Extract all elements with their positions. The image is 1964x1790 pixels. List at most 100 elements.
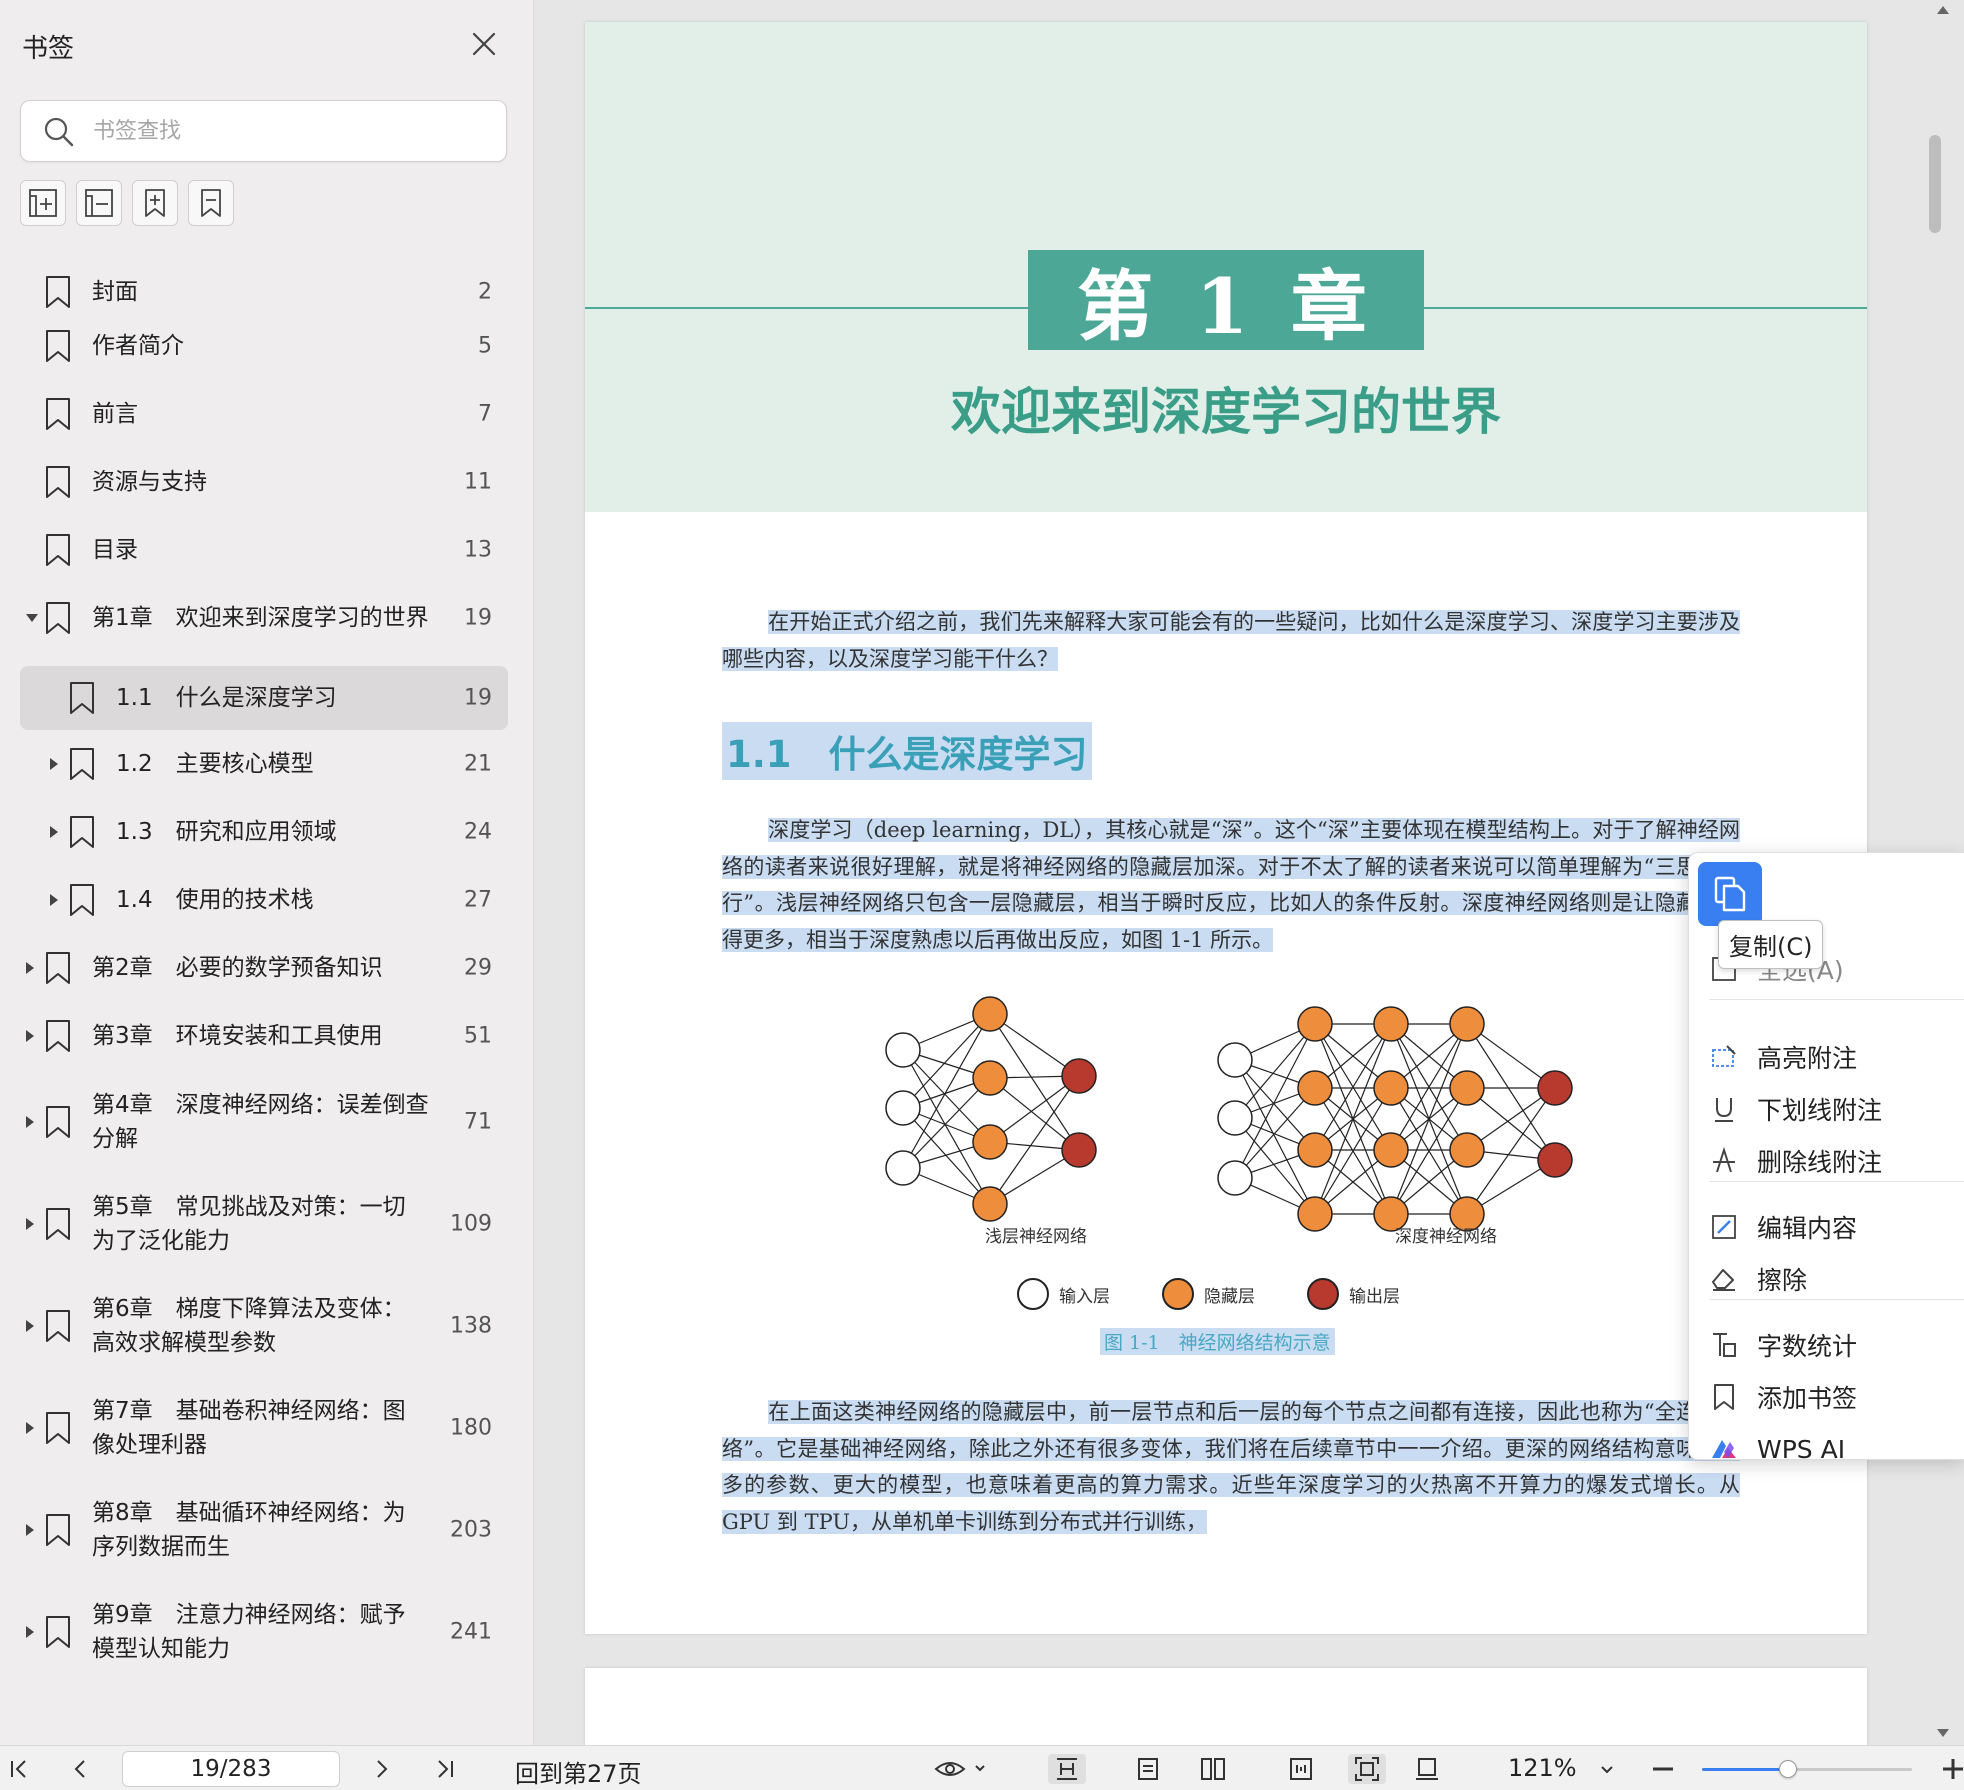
sidebar-item-page: 27 [464,887,492,913]
add-bookmark-button[interactable] [132,180,178,226]
menu-item-label: 下划线附注 [1757,1096,1883,1125]
sidebar-item-author[interactable]: 作者简介 5 [0,316,534,376]
menu-item-label: 添加书签 [1757,1384,1858,1413]
fit-page-button[interactable] [1348,1754,1386,1784]
paragraph-1[interactable]: 深度学习（deep learning，DL），其核心就是“深”。这个“深”主要体… [722,812,1740,958]
fit-width-button[interactable] [1286,1754,1316,1784]
scroll-up-icon[interactable] [1937,6,1949,14]
sidebar-item-ch4[interactable]: 第4章 深度神经网络：误差倒查 分解 71 [0,1082,534,1162]
sidebar-item-ch2[interactable]: 第2章 必要的数学预备知识 29 [0,938,534,998]
sidebar-item-ch1[interactable]: 第1章 欢迎来到深度学习的世界 19 [0,588,534,648]
sidebar-item-preface[interactable]: 前言 7 [0,384,534,444]
page-number-input[interactable]: 19/283 [122,1751,340,1787]
figure-title: 图 1-1 神经网络结构示意 [1100,1328,1335,1355]
menu-item-word-count[interactable]: 字数统计 [1709,1321,1964,1369]
menu-item-label: 编辑内容 [1757,1214,1858,1243]
sidebar-item-cover[interactable]: 封面 2 [0,262,534,322]
collapsed-arrow-icon[interactable] [26,1030,34,1042]
first-page-icon[interactable] [4,1754,34,1784]
menu-item-edit-content[interactable]: 编辑内容 [1709,1203,1964,1251]
collapse-all-button[interactable] [76,180,122,226]
menu-item-label: WPS AI [1757,1434,1846,1464]
collapsed-arrow-icon[interactable] [26,1422,34,1434]
menu-item-underline[interactable]: 下划线附注 [1709,1085,1964,1133]
next-page-icon[interactable] [366,1754,396,1784]
shallow-hidden-node [972,1186,1008,1222]
bookmark-icon [46,466,70,498]
strikethrough-icon [1713,1146,1735,1173]
menu-separator [1709,1299,1964,1300]
menu-item-strikethrough[interactable]: 删除线附注 [1709,1137,1964,1185]
section-heading[interactable]: 1.1 什么是深度学习 [722,722,1092,780]
zoom-slider-knob[interactable] [1779,1760,1798,1778]
scroll-down-icon[interactable] [1937,1729,1949,1737]
sidebar-item-label: 第4章 深度神经网络：误差倒查 分解 [92,1092,429,1152]
bookmark-icon [46,398,70,430]
sidebar-item-resources[interactable]: 资源与支持 11 [0,452,534,512]
bookmark-icon [46,952,70,984]
sidebar-item-ch6[interactable]: 第6章 梯度下降算法及变体： 高效求解模型参数 138 [0,1286,534,1366]
zoom-in-icon[interactable] [1938,1754,1964,1784]
bookmark-icon [46,1106,70,1138]
page-layout-button[interactable] [1412,1754,1442,1784]
close-icon[interactable] [468,28,500,60]
collapsed-arrow-icon[interactable] [26,1116,34,1128]
remove-bookmark-button[interactable] [188,180,234,226]
zoom-slider[interactable] [1702,1760,1912,1778]
sidebar-item-label: 第3章 环境安装和工具使用 [92,1023,383,1049]
expanded-arrow-icon[interactable] [26,614,38,622]
legend-output: 输出层 [1307,1278,1400,1310]
collapsed-arrow-icon[interactable] [50,826,58,838]
single-page-button[interactable] [1133,1754,1163,1784]
continuous-scroll-button[interactable] [1048,1754,1086,1784]
search-icon [44,117,74,147]
collapsed-arrow-icon[interactable] [26,962,34,974]
menu-item-eraser[interactable]: 擦除 [1709,1255,1964,1303]
copy-button[interactable] [1698,862,1762,926]
bookmark-icon [70,884,94,916]
menu-item-wps-ai[interactable]: WPS AI [1709,1425,1964,1473]
deep-hidden-node [1297,1132,1333,1168]
zoom-slider-fill [1702,1768,1789,1771]
bookmark-search[interactable] [20,100,507,162]
search-input[interactable] [93,113,483,149]
sidebar-item-ch5[interactable]: 第5章 常见挑战及对策：一切 为了泛化能力 109 [0,1184,534,1264]
zoom-dropdown-icon[interactable] [1592,1754,1622,1784]
menu-item-bookmark[interactable]: 添加书签 [1709,1373,1964,1421]
collapsed-arrow-icon[interactable] [50,894,58,906]
intro-paragraph[interactable]: 在开始正式介绍之前，我们先来解释大家可能会有的一些疑问，比如什么是深度学习、深度… [722,604,1740,677]
two-page-button[interactable] [1198,1754,1228,1784]
sidebar-item-ch7[interactable]: 第7章 基础卷积神经网络：图 像处理利器 180 [0,1388,534,1468]
menu-item-highlight-note[interactable]: 高亮附注 [1709,1033,1964,1081]
sidebar-item-s1-2[interactable]: 1.2 主要核心模型 21 [0,734,534,794]
last-page-icon[interactable] [430,1754,460,1784]
view-mode-dropdown[interactable] [932,1754,992,1784]
sidebar-item-ch8[interactable]: 第8章 基础循环神经网络：为 序列数据而生 203 [0,1490,534,1570]
expand-all-button[interactable] [20,180,66,226]
zoom-out-icon[interactable] [1648,1754,1678,1784]
eye-icon [934,1762,985,1776]
sidebar-item-ch3[interactable]: 第3章 环境安装和工具使用 51 [0,1006,534,1066]
collapsed-arrow-icon[interactable] [26,1218,34,1230]
sidebar-item-toc[interactable]: 目录 13 [0,520,534,580]
sidebar-item-s1-4[interactable]: 1.4 使用的技术栈 27 [0,870,534,930]
bookmark-icon [46,1616,70,1648]
collapsed-arrow-icon[interactable] [50,758,58,770]
collapsed-arrow-icon[interactable] [26,1320,34,1332]
legend-hidden: 隐藏层 [1162,1278,1255,1310]
sidebar-item-s1-1[interactable]: 1.1 什么是深度学习 19 [0,666,534,730]
shallow-hidden-node [972,1124,1008,1160]
scroll-thumb[interactable] [1929,135,1941,233]
zoom-level[interactable]: 121% [1508,1754,1577,1782]
collapse-all-icon [85,189,113,217]
next-page [585,1668,1867,1745]
bookmark-icon [70,748,94,780]
collapsed-arrow-icon[interactable] [26,1524,34,1536]
shallow-input-node [885,1150,921,1186]
sidebar-item-s1-3[interactable]: 1.3 研究和应用领域 24 [0,802,534,862]
sidebar-item-ch9[interactable]: 第9章 注意力神经网络：赋予 模型认知能力 241 [0,1592,534,1672]
paragraph-2[interactable]: 在上面这类神经网络的隐藏层中，前一层节点和后一层的每个节点之间都有连接，因此也称… [722,1394,1740,1540]
collapsed-arrow-icon[interactable] [26,1626,34,1638]
back-to-page-link[interactable]: 回到第27页 [515,1754,642,1789]
previous-page-icon[interactable] [66,1754,96,1784]
